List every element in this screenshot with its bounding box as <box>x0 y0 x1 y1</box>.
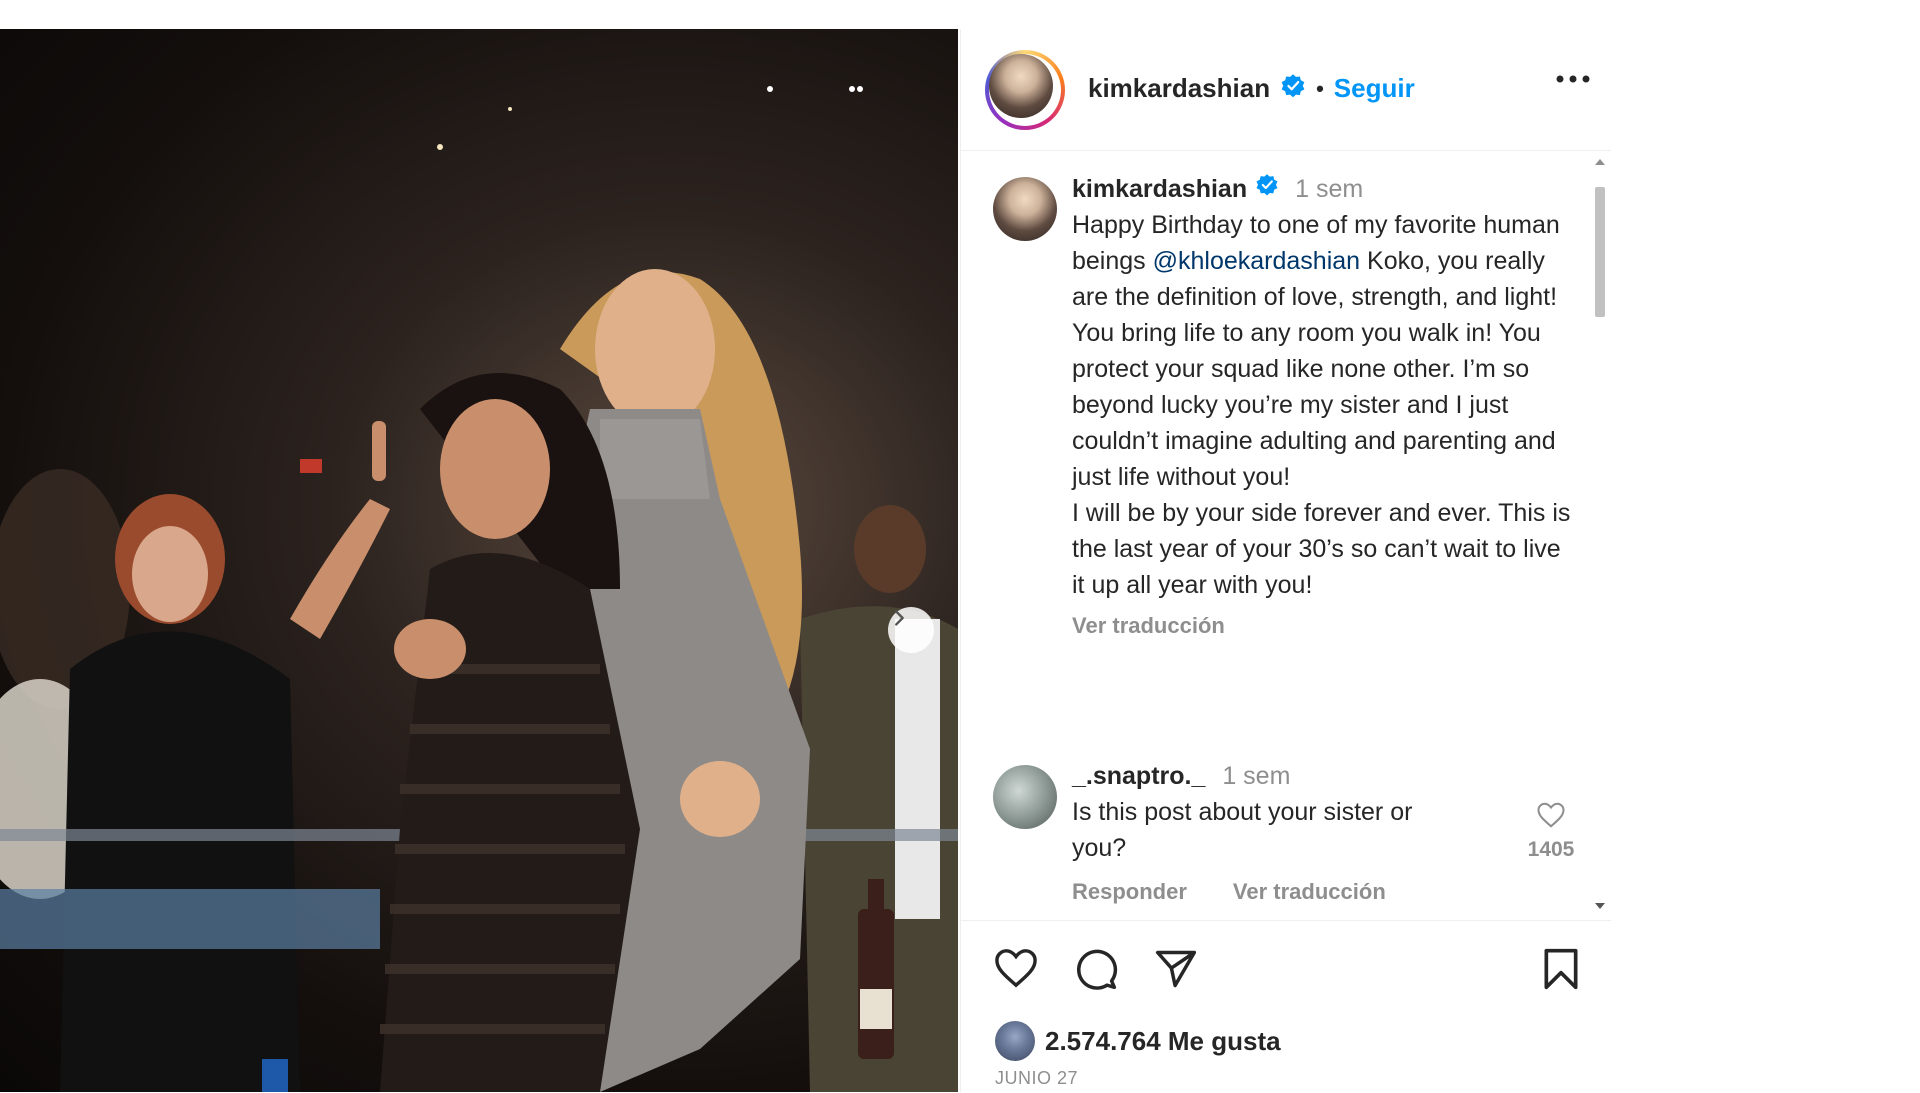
author-avatar[interactable] <box>989 54 1053 118</box>
follow-button[interactable]: Seguir <box>1334 73 1415 104</box>
caption-body: kimkardashian 1 sem Happy Birthday to on… <box>1072 171 1572 644</box>
liker-avatar <box>995 1021 1035 1061</box>
mention-link[interactable]: @khloekardashian <box>1153 247 1360 275</box>
post-actions: 2.574.764 Me gusta JUNIO 27 <box>961 920 1611 1093</box>
post-photo[interactable] <box>0 29 958 1092</box>
like-button[interactable] <box>993 947 1039 994</box>
header-username[interactable]: kimkardashian <box>1088 73 1270 104</box>
header-user-row: kimkardashian • Seguir <box>1088 73 1415 104</box>
scrollbar-thumb[interactable] <box>1595 187 1605 317</box>
scroll-up-arrow[interactable] <box>1595 159 1605 165</box>
share-button[interactable] <box>1153 947 1199 996</box>
header-separator: • <box>1316 75 1324 101</box>
more-horizontal-icon <box>1555 71 1591 88</box>
caption-text: Happy Birthday to one of my favorite hum… <box>1072 207 1572 495</box>
verified-badge-icon <box>1280 73 1306 104</box>
photo-illustration <box>0 86 958 1092</box>
comment-body: _.snaptro._ 1 sem Is this post about you… <box>1072 758 1492 910</box>
caption-meta-row: kimkardashian 1 sem <box>1072 171 1572 207</box>
likes-row[interactable]: 2.574.764 Me gusta <box>995 1021 1281 1061</box>
comment-translate-link[interactable]: Ver traducción <box>1233 874 1386 910</box>
next-photo-button[interactable] <box>888 607 934 653</box>
likes-count[interactable]: 2.574.764 Me gusta <box>1045 1026 1281 1057</box>
comments-list[interactable]: kimkardashian 1 sem Happy Birthday to on… <box>961 151 1611 919</box>
save-button[interactable] <box>1541 947 1581 996</box>
post-side-panel: kimkardashian • Seguir kimkardashian 1 s… <box>960 29 1611 1092</box>
post-header: kimkardashian • Seguir <box>961 29 1611 151</box>
heart-icon <box>993 949 1039 993</box>
author-avatar-ring[interactable] <box>985 50 1065 130</box>
comment-text: Is this post about your sister or you? <box>1072 798 1413 862</box>
caption-text-part: Koko, you really are the definition of l… <box>1072 247 1558 491</box>
commenter-username[interactable]: _.snaptro._ <box>1072 762 1205 790</box>
caption-text-line2: I will be by your side forever and ever.… <box>1072 499 1571 599</box>
reply-button[interactable]: Responder <box>1072 874 1187 910</box>
verified-badge-icon <box>1255 171 1279 207</box>
comment-button[interactable] <box>1073 947 1119 996</box>
comment-icon <box>1073 949 1119 995</box>
comment-like-count: 1405 <box>1527 838 1575 861</box>
scroll-down-arrow[interactable] <box>1595 903 1605 909</box>
comments-scrollbar[interactable] <box>1595 159 1605 909</box>
instagram-post: kimkardashian • Seguir kimkardashian 1 s… <box>0 29 1611 1092</box>
caption-username[interactable]: kimkardashian <box>1072 171 1247 207</box>
post-date[interactable]: JUNIO 27 <box>995 1068 1078 1089</box>
comment-like-column: 1405 <box>1521 801 1581 862</box>
more-options-button[interactable] <box>1555 71 1591 89</box>
caption-translate-link[interactable]: Ver traducción <box>1072 613 1225 638</box>
heart-icon[interactable] <box>1536 802 1566 833</box>
commenter-avatar[interactable] <box>993 765 1057 829</box>
bookmark-icon <box>1541 948 1581 995</box>
caption-author-avatar[interactable] <box>993 177 1057 241</box>
comment-time[interactable]: 1 sem <box>1222 762 1290 790</box>
send-icon <box>1153 950 1199 995</box>
caption-time[interactable]: 1 sem <box>1295 171 1363 207</box>
